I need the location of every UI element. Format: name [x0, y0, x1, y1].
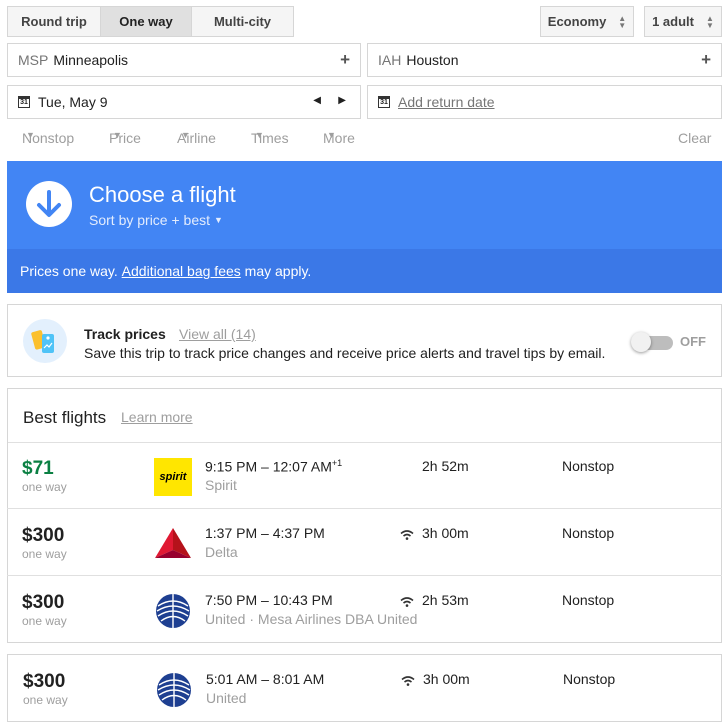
flight-stops: Nonstop [562, 592, 615, 608]
flight-times: 1:37 PM – 4:37 PM [205, 525, 325, 541]
united-logo [155, 671, 193, 709]
flight-price: $300 [23, 671, 66, 692]
calendar-icon: 31 [18, 96, 30, 108]
learn-more-link[interactable]: Learn more [121, 409, 193, 425]
choose-flight-banner: Choose a flight Sort by price + best ▼ Pr… [7, 161, 722, 293]
wifi-icon [400, 527, 414, 540]
united-logo [154, 592, 192, 630]
flight-times: 7:50 PM – 10:43 PM [205, 592, 333, 608]
banner-title: Choose a flight [89, 182, 236, 207]
toggle-label: OFF [680, 334, 706, 349]
updown-icon: ▲ ▼ [705, 13, 714, 30]
spirit-logo: spirit [154, 458, 192, 496]
wifi-icon [401, 673, 415, 686]
calendar-icon: 31 [378, 96, 390, 108]
depart-date-field[interactable]: 31 Tue, May 9 ◀ ▶ [7, 85, 361, 119]
flight-times: 9:15 PM – 12:07 AM+1 [205, 458, 342, 475]
bag-fees-link[interactable]: Additional bag fees [122, 263, 241, 279]
flight-stops: Nonstop [563, 671, 616, 687]
destination-code: IAH [378, 52, 402, 68]
flight-stops: Nonstop [562, 525, 615, 541]
track-prices-title: Track prices [84, 326, 166, 342]
flight-row[interactable]: $300 one way 5:01 AM – 8:01 AM United 3h… [7, 654, 722, 722]
flight-duration: 3h 00m [423, 671, 470, 687]
sort-label: Sort by price + best [89, 212, 211, 228]
passengers-select[interactable]: 1 adult ▲ ▼ [644, 6, 722, 37]
prev-date-icon[interactable]: ◀ [313, 95, 321, 106]
airline-name: United [206, 690, 247, 706]
airline-name: Spirit [205, 477, 237, 493]
caret-down-icon: ▼ [214, 215, 223, 225]
flight-duration: 3h 00m [422, 525, 469, 541]
add-destination-icon[interactable]: + [701, 50, 711, 70]
flight-row[interactable]: $300 one way 1:37 PM – 4:37 PM Delta 3h … [7, 509, 722, 576]
origin-field[interactable]: MSP Minneapolis + [7, 43, 361, 77]
next-date-icon[interactable]: ▶ [338, 95, 346, 106]
multi-city-button[interactable]: Multi-city [191, 6, 294, 37]
track-prices-card: Track prices View all (14) Save this tri… [7, 304, 722, 377]
airline-name: Delta [205, 544, 238, 560]
flight-duration: 2h 52m [422, 458, 469, 474]
toggle-knob[interactable] [631, 332, 651, 352]
bag-fee-notice: Prices one way. Additional bag fees may … [7, 249, 722, 293]
best-flights-title: Best flights [23, 408, 107, 427]
caret-down-icon: ▼ [113, 130, 122, 140]
cabin-value: Economy [547, 14, 607, 29]
flight-row[interactable]: $71 one way spirit 9:15 PM – 12:07 AM+1 … [7, 442, 722, 509]
caret-down-icon: ▼ [327, 130, 336, 140]
add-return-date-link[interactable]: Add return date [398, 94, 495, 110]
notice-suffix: may apply. [244, 263, 312, 279]
airline-name: United · Mesa Airlines DBA United Expres… [205, 611, 420, 627]
updown-icon: ▲ ▼ [618, 13, 627, 30]
sort-selector[interactable]: Sort by price + best ▼ [89, 212, 223, 228]
filter-bar: Nonstop ▼ Price ▼ Airline ▼ Times ▼ More ▼ Cl… [0, 130, 728, 150]
delta-logo [154, 525, 192, 563]
origin-city: Minneapolis [53, 52, 129, 68]
cabin-select[interactable]: Economy ▲ ▼ [540, 6, 634, 37]
flight-price: $300 [22, 525, 65, 546]
clear-filters-button[interactable]: Clear [678, 130, 711, 146]
flight-row[interactable]: $300 one way 7:50 PM – 10:43 PM United ·… [7, 576, 722, 643]
add-origin-icon[interactable]: + [340, 50, 350, 70]
round-trip-button[interactable]: Round trip [7, 6, 101, 37]
trip-type-selector: Round trip One way Multi-city [7, 6, 294, 37]
destination-field[interactable]: IAH Houston + [367, 43, 722, 77]
price-subtitle: one way [22, 614, 67, 628]
track-prices-description: Save this trip to track price changes an… [84, 345, 606, 361]
caret-down-icon: ▼ [181, 130, 190, 140]
spirit-logo-text: spirit [159, 471, 187, 483]
notice-prefix: Prices one way. [20, 263, 118, 279]
caret-down-icon: ▼ [255, 130, 264, 140]
passengers-value: 1 adult [652, 14, 694, 29]
flight-times: 5:01 AM – 8:01 AM [206, 671, 325, 687]
price-subtitle: one way [22, 547, 67, 561]
price-subtitle: one way [22, 480, 67, 494]
destination-city: Houston [406, 52, 459, 68]
flight-times-text: 9:15 PM – 12:07 AM [205, 458, 332, 475]
price-tag-icon [23, 319, 67, 363]
arrow-down-icon [26, 181, 72, 227]
caret-down-icon: ▼ [26, 130, 35, 140]
next-day-indicator: +1 [331, 458, 343, 468]
depart-date-value: Tue, May 9 [38, 94, 108, 110]
wifi-icon [400, 594, 414, 607]
one-way-button[interactable]: One way [100, 6, 192, 37]
flight-stops: Nonstop [562, 458, 615, 474]
flight-duration: 2h 53m [422, 592, 469, 608]
view-all-link[interactable]: View all (14) [179, 326, 256, 342]
origin-code: MSP [18, 52, 49, 68]
flight-price: $300 [22, 592, 65, 613]
price-subtitle: one way [23, 693, 68, 707]
flight-price: $71 [22, 458, 54, 479]
return-date-field[interactable]: 31 Add return date [367, 85, 722, 119]
